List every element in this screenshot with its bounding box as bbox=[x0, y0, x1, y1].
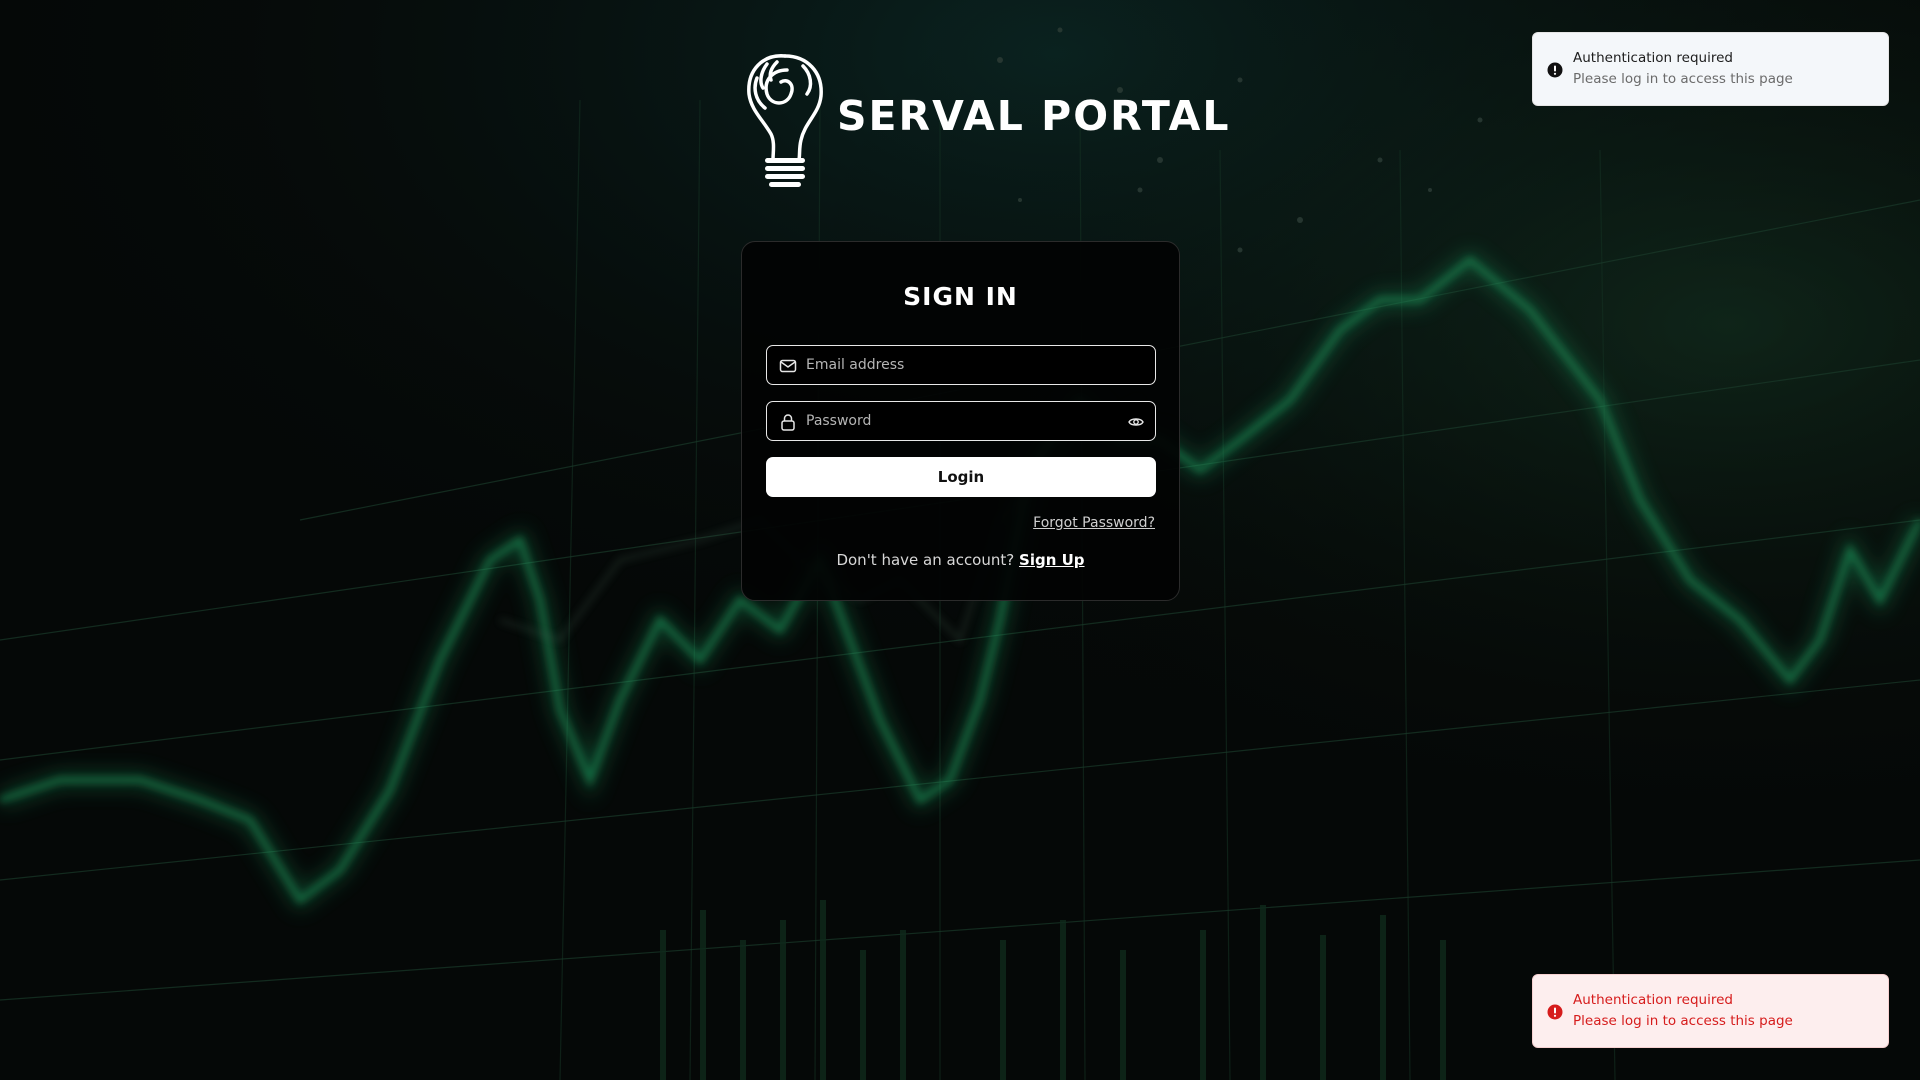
signin-card: SIGN IN Login Forgot Password? Don't hav… bbox=[741, 241, 1180, 601]
toast-description: Please log in to access this page bbox=[1573, 1013, 1793, 1029]
signup-prompt: Don't have an account? Sign Up bbox=[742, 551, 1179, 569]
lock-icon bbox=[781, 414, 795, 431]
brand-logo: SERVAL PORTAL bbox=[743, 48, 1228, 190]
toast-title: Authentication required bbox=[1573, 50, 1733, 66]
login-button[interactable]: Login bbox=[766, 457, 1156, 497]
toast-info: Authentication required Please log in to… bbox=[1532, 32, 1889, 106]
email-field[interactable] bbox=[766, 345, 1156, 385]
toast-error: Authentication required Please log in to… bbox=[1532, 974, 1889, 1048]
lightbulb-swirl-icon bbox=[747, 54, 823, 187]
alert-circle-icon bbox=[1547, 1004, 1563, 1020]
email-input[interactable] bbox=[806, 346, 1136, 384]
mail-icon bbox=[779, 359, 797, 373]
password-input[interactable] bbox=[806, 402, 1136, 440]
alert-circle-icon bbox=[1547, 62, 1563, 78]
brand-name: SERVAL PORTAL bbox=[837, 92, 1231, 140]
forgot-password-link[interactable]: Forgot Password? bbox=[1033, 515, 1155, 531]
eye-icon[interactable] bbox=[1128, 414, 1144, 430]
toast-description: Please log in to access this page bbox=[1573, 71, 1793, 87]
toast-title: Authentication required bbox=[1573, 992, 1733, 1008]
signup-link[interactable]: Sign Up bbox=[1019, 551, 1085, 569]
password-field[interactable] bbox=[766, 401, 1156, 441]
no-account-text: Don't have an account? bbox=[836, 551, 1015, 569]
signin-title: SIGN IN bbox=[903, 282, 1018, 311]
